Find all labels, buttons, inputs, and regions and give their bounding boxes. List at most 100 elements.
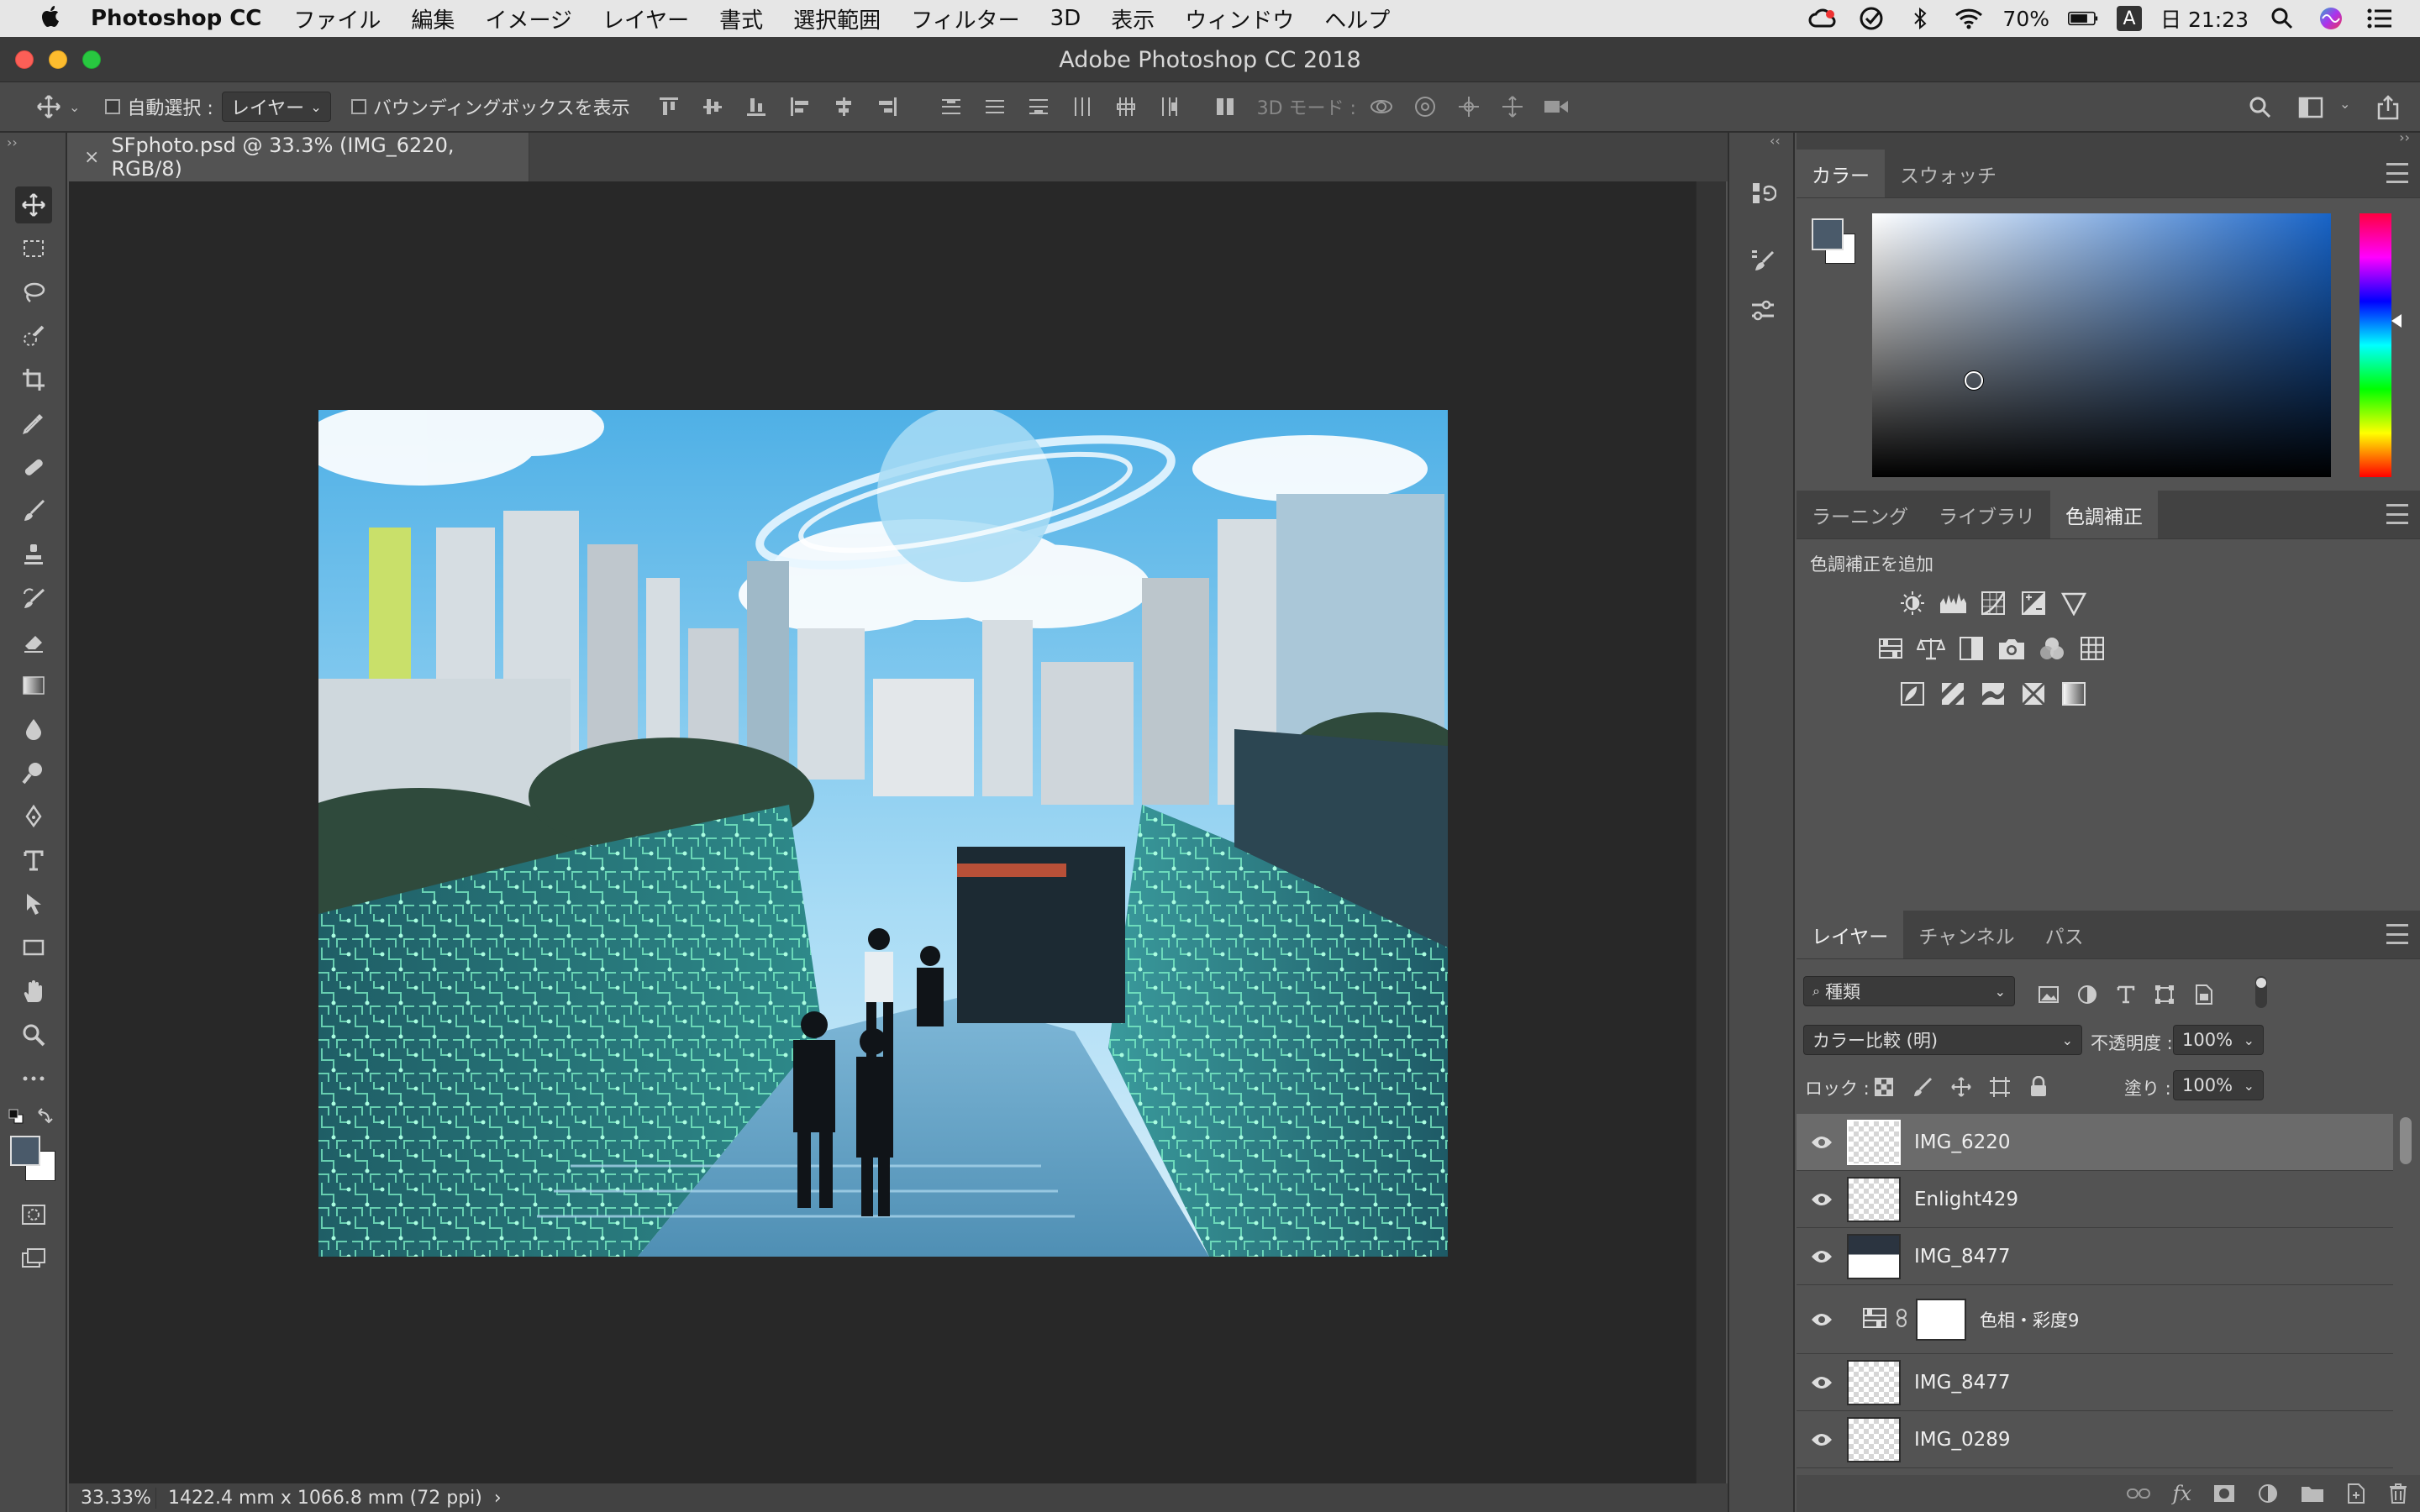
brightness-contrast-icon[interactable] <box>1896 586 1929 620</box>
color-field[interactable] <box>1872 213 2331 477</box>
chevron-down-icon[interactable]: ⌄ <box>2244 1078 2254 1094</box>
distribute-top-icon[interactable] <box>936 92 966 122</box>
canvas-vertical-scrollbar[interactable] <box>1696 181 1726 1483</box>
black-white-icon[interactable] <box>1954 632 1988 665</box>
exposure-icon[interactable] <box>2017 586 2050 620</box>
brush-tool-button[interactable] <box>15 492 52 529</box>
hue-slider-handle[interactable] <box>2391 314 2402 328</box>
filter-smart-objects-icon[interactable] <box>2186 978 2220 1011</box>
status-menu-chevron-icon[interactable]: › <box>494 1488 502 1509</box>
layer-visibility-eye-icon[interactable] <box>1797 1432 1847 1447</box>
clock[interactable]: 日 21:23 <box>2160 3 2249 34</box>
lock-position-icon[interactable] <box>1944 1070 1978 1104</box>
new-group-folder-icon[interactable] <box>2301 1484 2324 1503</box>
lock-image-pixels-icon[interactable] <box>1906 1070 1939 1104</box>
expand-panels-icon[interactable]: ‹‹ <box>1770 133 1781 149</box>
workspace-switcher-icon[interactable] <box>2297 92 2328 123</box>
invert-icon[interactable] <box>1896 677 1929 711</box>
new-layer-icon[interactable] <box>2346 1483 2366 1504</box>
3d-orbit-icon[interactable] <box>1366 92 1397 122</box>
panel-menu-icon[interactable] <box>2386 504 2408 524</box>
menu-file[interactable]: ファイル <box>293 3 381 34</box>
align-vertical-center-icon[interactable] <box>697 92 728 122</box>
layer-visibility-eye-icon[interactable] <box>1797 1312 1847 1327</box>
properties-panel-icon[interactable] <box>1744 292 1781 329</box>
menu-edit[interactable]: 編集 <box>411 3 455 34</box>
hue-slider[interactable] <box>2360 213 2391 477</box>
layer-name[interactable]: 色相・彩度9 <box>1980 1307 2079 1332</box>
crop-tool-button[interactable] <box>15 361 52 398</box>
clone-stamp-tool-button[interactable] <box>15 536 52 573</box>
auto-select-target-dropdown[interactable]: レイヤー ⌄ <box>221 92 331 122</box>
filter-adjustment-layers-icon[interactable] <box>2070 978 2104 1011</box>
move-tool-button[interactable] <box>15 186 52 223</box>
hue-saturation-adjustment-icon[interactable] <box>1862 1305 1887 1334</box>
history-panel-icon[interactable] <box>1744 175 1781 212</box>
lock-transparent-pixels-icon[interactable] <box>1867 1070 1901 1104</box>
default-colors-icon[interactable] <box>8 1109 24 1127</box>
selective-color-icon[interactable] <box>2017 677 2050 711</box>
siri-icon[interactable] <box>2316 3 2346 34</box>
document-canvas-image[interactable] <box>318 410 1448 1257</box>
layer-filter-toggle[interactable] <box>2255 976 2267 1008</box>
gradient-tool-button[interactable] <box>15 667 52 704</box>
menu-type[interactable]: 書式 <box>719 3 763 34</box>
menu-select[interactable]: 選択範囲 <box>793 3 881 34</box>
hue-saturation-icon[interactable] <box>1874 632 1907 665</box>
blur-tool-button[interactable] <box>15 711 52 748</box>
marquee-tool-button[interactable] <box>15 230 52 267</box>
layer-thumbnail[interactable] <box>1847 1119 1901 1165</box>
menu-layer[interactable]: レイヤー <box>602 3 689 34</box>
threshold-icon[interactable] <box>1976 677 2010 711</box>
color-balance-icon[interactable] <box>1914 632 1948 665</box>
panel-menu-icon[interactable] <box>2386 924 2408 944</box>
levels-icon[interactable] <box>1936 586 1970 620</box>
distribute-vertical-center-icon[interactable] <box>980 92 1010 122</box>
workspace-chevron-icon[interactable]: ⌄ <box>2339 96 2350 112</box>
document-tab[interactable]: × SFphoto.psd @ 33.3% (IMG_6220, RGB/8) <box>69 133 529 181</box>
layer-mask-thumbnail[interactable] <box>1916 1298 1966 1341</box>
menu-filter[interactable]: フィルター <box>911 3 1019 34</box>
filter-shape-layers-icon[interactable] <box>2148 978 2181 1011</box>
auto-select-checkbox[interactable] <box>105 99 121 114</box>
filter-pixel-layers-icon[interactable] <box>2032 978 2065 1011</box>
move-tool-preset-icon[interactable] <box>34 92 64 122</box>
fill-field[interactable]: 100% ⌄ <box>2173 1070 2264 1100</box>
align-bottom-icon[interactable] <box>741 92 771 122</box>
healing-brush-tool-button[interactable] <box>15 449 52 486</box>
layer-row[interactable]: IMG_8477 <box>1797 1354 2393 1411</box>
tab-adjustments[interactable]: 色調補正 <box>2050 491 2158 538</box>
close-tab-icon[interactable]: × <box>84 147 99 168</box>
zoom-tool-button[interactable] <box>15 1016 52 1053</box>
document-size-info[interactable]: 1422.4 mm x 1066.8 mm (72 ppi) <box>156 1488 494 1509</box>
tab-layers[interactable]: レイヤー <box>1797 911 1904 958</box>
layer-row[interactable]: IMG_8477 <box>1797 1228 2393 1285</box>
color-lookup-icon[interactable] <box>2075 632 2109 665</box>
align-top-icon[interactable] <box>654 92 684 122</box>
distribute-right-icon[interactable] <box>1155 92 1185 122</box>
delete-layer-trash-icon[interactable] <box>2388 1483 2408 1504</box>
layer-name[interactable]: Enlight429 <box>1914 1189 2018 1210</box>
layer-name[interactable]: IMG_8477 <box>1914 1246 2010 1268</box>
layer-visibility-eye-icon[interactable] <box>1797 1249 1847 1264</box>
3d-scale-icon[interactable] <box>1541 92 1571 122</box>
zoom-level-field[interactable]: 33.33% <box>69 1487 156 1509</box>
collapse-toolbar-icon[interactable]: ›› <box>7 134 18 150</box>
mask-link-icon[interactable] <box>1896 1308 1907 1331</box>
app-menu[interactable]: Photoshop CC <box>91 6 261 31</box>
tab-paths[interactable]: パス <box>2030 911 2099 958</box>
lasso-tool-button[interactable] <box>15 274 52 311</box>
layer-name[interactable]: IMG_6220 <box>1914 1131 2010 1153</box>
3d-roll-icon[interactable] <box>1410 92 1440 122</box>
align-right-icon[interactable] <box>872 92 902 122</box>
layer-visibility-eye-icon[interactable] <box>1797 1192 1847 1207</box>
eyedropper-tool-button[interactable] <box>15 405 52 442</box>
spotlight-search-icon[interactable] <box>2267 3 2297 34</box>
tab-swatches[interactable]: スウォッチ <box>1885 150 2012 197</box>
type-tool-button[interactable] <box>15 842 52 879</box>
filter-type-layers-icon[interactable] <box>2109 978 2143 1011</box>
distribute-left-icon[interactable] <box>1067 92 1097 122</box>
pen-tool-button[interactable] <box>15 798 52 835</box>
chevron-down-icon[interactable]: ⌄ <box>2244 1032 2254 1048</box>
layer-name[interactable]: IMG_0289 <box>1914 1429 2010 1451</box>
